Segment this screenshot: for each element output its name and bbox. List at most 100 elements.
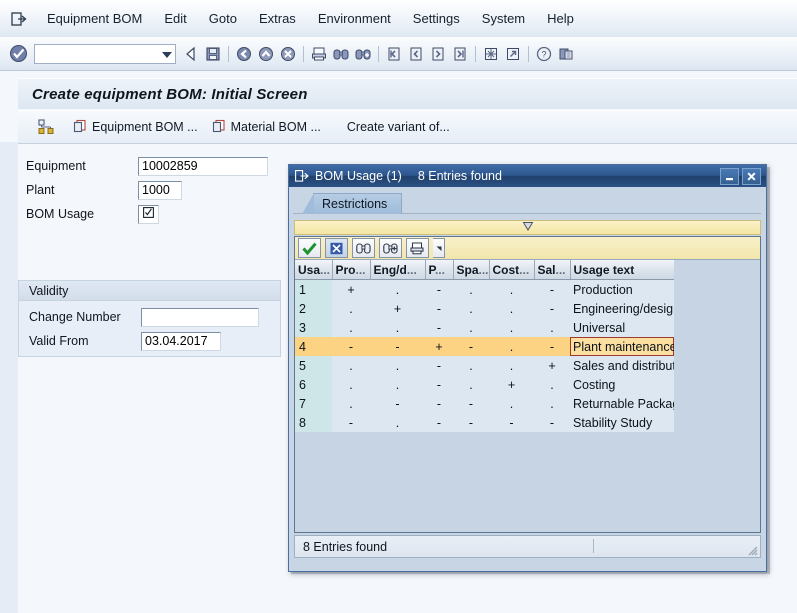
- table-row[interactable]: 2 . + - . . - Engineering/design: [295, 299, 674, 318]
- header-label: Pro: [335, 262, 356, 277]
- header-label: Eng/d: [373, 262, 407, 277]
- column-header-costing[interactable]: Cost...: [489, 260, 535, 280]
- change-number-field[interactable]: [141, 307, 259, 327]
- copy-selection-button[interactable]: [298, 238, 321, 258]
- cancel-icon[interactable]: [277, 43, 299, 65]
- truncation-ellipsis: ...: [434, 262, 445, 277]
- form-row-equipment: Equipment 10002859: [18, 155, 283, 177]
- find-button[interactable]: [352, 238, 375, 258]
- create-shortcut-icon[interactable]: [502, 43, 524, 65]
- menu-item-help[interactable]: Help: [536, 9, 585, 28]
- create-variant-button[interactable]: Create variant of...: [340, 116, 457, 138]
- bom-usage-field[interactable]: [138, 204, 159, 224]
- cell-engineering: .: [370, 279, 425, 299]
- cell-spare-parts: .: [453, 299, 489, 318]
- help-icon[interactable]: ?: [533, 43, 555, 65]
- column-header-spare-parts[interactable]: Spa...: [453, 260, 490, 280]
- form-row-bom-usage: BOM Usage: [18, 203, 283, 225]
- close-icon[interactable]: [742, 167, 761, 185]
- table-row-selected[interactable]: 4 - - + - . - Plant maintenance: [295, 337, 674, 356]
- dialog-title: BOM Usage (1): [315, 169, 402, 183]
- cell-usage: 6: [295, 375, 332, 394]
- cell-costing: +: [489, 375, 534, 394]
- create-session-icon[interactable]: [480, 43, 502, 65]
- standard-toolbar: ?: [0, 37, 797, 71]
- validity-group-box: Validity Change Number Valid From 03.04.…: [18, 280, 281, 357]
- cell-usage: 8: [295, 413, 332, 432]
- system-menu-icon[interactable]: [10, 11, 28, 27]
- command-field[interactable]: [34, 43, 176, 64]
- menu-item-extras[interactable]: Extras: [248, 9, 307, 28]
- valid-from-field[interactable]: 03.04.2017: [141, 331, 221, 351]
- chevron-down-icon[interactable]: [162, 51, 172, 58]
- table-row[interactable]: 5 . . - . . + Sales and distribution: [295, 356, 674, 375]
- column-header-usage[interactable]: Usa...: [295, 260, 333, 280]
- exit-icon[interactable]: [255, 43, 277, 65]
- cell-production: .: [332, 375, 370, 394]
- previous-page-icon[interactable]: [405, 43, 427, 65]
- print-icon[interactable]: [308, 43, 330, 65]
- table-row[interactable]: 7 . - - - . . Returnable Packaging: [295, 394, 674, 413]
- form-row-plant: Plant 1000: [18, 179, 283, 201]
- dialog-subtitle: 8 Entries found: [417, 169, 502, 183]
- equipment-bom-button[interactable]: Equipment BOM ...: [66, 116, 205, 138]
- last-page-icon[interactable]: [449, 43, 471, 65]
- menu-item-environment[interactable]: Environment: [307, 9, 402, 28]
- menu-item-goto[interactable]: Goto: [198, 9, 248, 28]
- copy-icon: [73, 119, 87, 136]
- create-variant-label: Create variant of...: [346, 120, 450, 134]
- find-icon[interactable]: [330, 43, 352, 65]
- menu-item-edit[interactable]: Edit: [153, 9, 197, 28]
- menu-item-system[interactable]: System: [471, 9, 536, 28]
- column-header-sales[interactable]: Sal...: [534, 260, 571, 280]
- find-next-button[interactable]: [379, 238, 402, 258]
- enter-icon[interactable]: [8, 44, 28, 64]
- menu-label: Edit: [164, 11, 187, 26]
- application-toolbar: Equipment BOM ... Material BOM ... Creat…: [18, 110, 797, 144]
- back-icon[interactable]: [180, 43, 202, 65]
- plant-field[interactable]: 1000: [138, 180, 182, 200]
- next-page-icon[interactable]: [427, 43, 449, 65]
- equipment-field[interactable]: 10002859: [138, 156, 268, 176]
- column-header-production[interactable]: Pro...: [332, 260, 371, 280]
- minimize-icon[interactable]: [720, 167, 739, 185]
- menu-item-settings[interactable]: Settings: [402, 9, 471, 28]
- cell-sales: -: [534, 337, 570, 356]
- restrictions-filter-bar[interactable]: [294, 220, 761, 235]
- column-header-plant-maintenance[interactable]: P...: [425, 260, 454, 280]
- material-bom-label: Material BOM ...: [230, 120, 321, 134]
- cell-sales: -: [534, 279, 570, 299]
- dialog-title-bar[interactable]: BOM Usage (1) 8 Entries found: [289, 165, 766, 187]
- resize-grip-icon[interactable]: [745, 543, 758, 556]
- menu-item-equipment-bom[interactable]: Equipment BOM: [36, 9, 153, 28]
- table-row[interactable]: 3 . . - . . . Universal: [295, 318, 674, 337]
- print-button[interactable]: [406, 238, 429, 258]
- equipment-bom-label: Equipment BOM ...: [92, 120, 198, 134]
- save-icon[interactable]: [202, 43, 224, 65]
- cell-spare-parts: .: [453, 356, 489, 375]
- table-row[interactable]: 6 . . - . + . Costing: [295, 375, 674, 394]
- column-header-usage-text[interactable]: Usage text: [570, 260, 674, 280]
- cell-spare-parts: .: [453, 375, 489, 394]
- cell-usage-text: Engineering/design: [570, 299, 674, 318]
- find-next-icon[interactable]: [352, 43, 374, 65]
- toolbar-separator: [475, 45, 476, 62]
- cancel-button[interactable]: [325, 238, 348, 258]
- cell-spare-parts: -: [453, 413, 489, 432]
- cell-sales: .: [534, 375, 570, 394]
- cell-usage-text: Returnable Packaging: [570, 394, 674, 413]
- table-row[interactable]: 1 + . - . . - Production: [295, 279, 674, 299]
- truncation-ellipsis: ...: [519, 262, 530, 277]
- tab-restrictions[interactable]: Restrictions: [301, 193, 403, 214]
- cell-usage: 7: [295, 394, 332, 413]
- back-green-icon[interactable]: [233, 43, 255, 65]
- table-row[interactable]: 8 - . - - - - Stability Study: [295, 413, 674, 432]
- first-page-icon[interactable]: [383, 43, 405, 65]
- header-label: Cost: [492, 262, 520, 277]
- customize-layout-icon[interactable]: [555, 43, 577, 65]
- menu-label: Equipment BOM: [47, 11, 143, 26]
- material-bom-button[interactable]: Material BOM ...: [205, 116, 328, 138]
- column-header-engineering[interactable]: Eng/d...: [370, 260, 426, 280]
- more-options-button[interactable]: [433, 238, 445, 258]
- filter-collapse-icon[interactable]: [521, 220, 535, 233]
